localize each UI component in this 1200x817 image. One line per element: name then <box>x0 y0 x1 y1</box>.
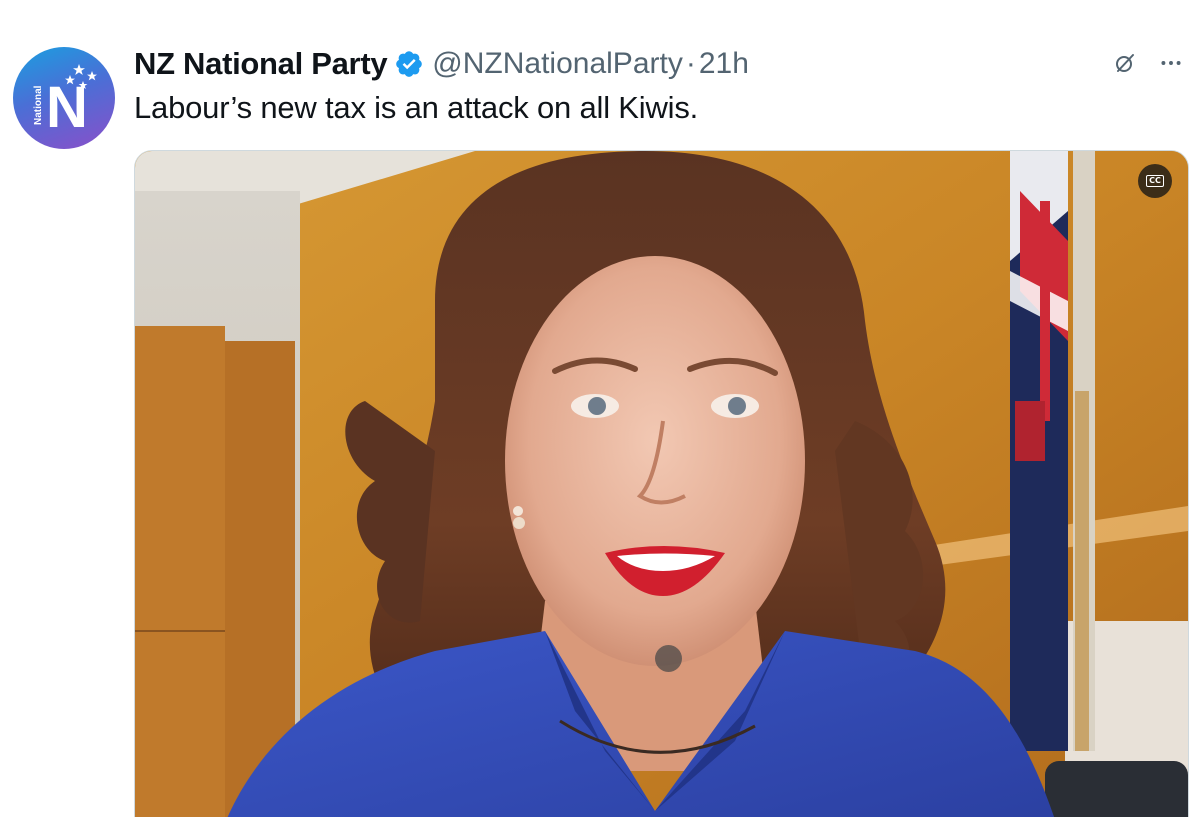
tweet-actions <box>1110 48 1186 78</box>
captions-button[interactable]: CC <box>1138 164 1172 198</box>
captions-icon: CC <box>1146 175 1164 187</box>
more-icon <box>1161 61 1181 65</box>
verified-badge-icon <box>394 49 424 79</box>
tweet-text: Labour’s new tax is an attack on all Kiw… <box>134 90 699 125</box>
tweet-card: N National NZ National Party @NZNational… <box>0 0 1200 817</box>
avatar-logo-word: National <box>33 85 44 125</box>
tweet-video[interactable] <box>134 150 1189 817</box>
separator-dot: · <box>685 47 696 80</box>
tweet-timestamp[interactable]: 21h <box>699 47 749 81</box>
avatar[interactable]: N National <box>13 47 115 149</box>
more-button[interactable] <box>1156 48 1186 78</box>
author-display-name[interactable]: NZ National Party <box>134 46 388 82</box>
tweet-header: NZ National Party @NZNationalParty · 21h <box>134 44 749 84</box>
grok-button[interactable] <box>1110 48 1140 78</box>
grok-icon <box>1116 54 1134 72</box>
video-progress-dot[interactable] <box>655 645 682 672</box>
national-logo-icon: N National <box>33 64 97 140</box>
video-frame-image <box>135 151 1188 817</box>
author-handle[interactable]: @NZNationalParty <box>432 47 683 81</box>
